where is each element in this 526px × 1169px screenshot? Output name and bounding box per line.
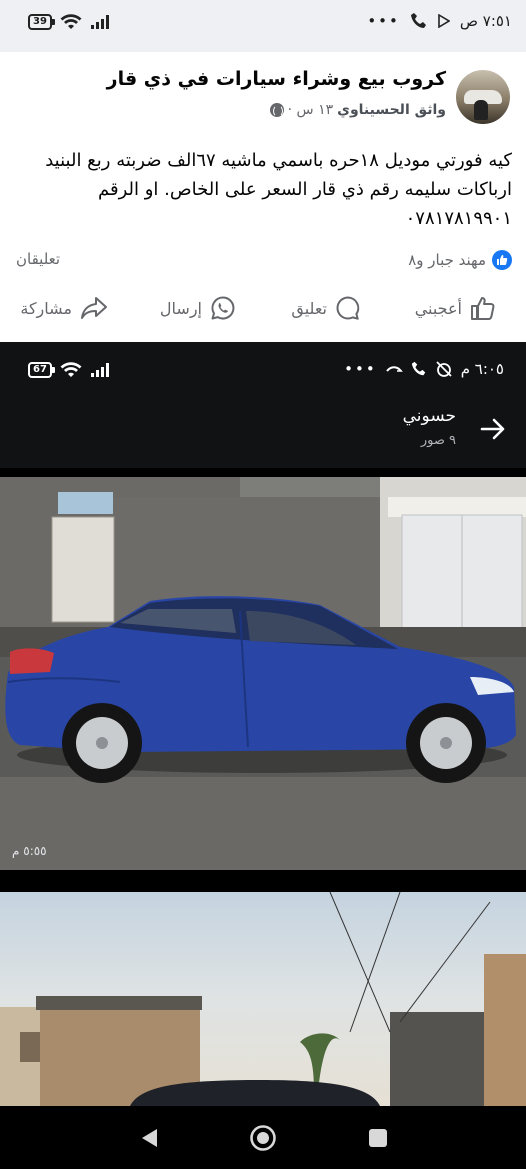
phone-icon [411, 361, 425, 376]
system-nav-bar [0, 1106, 526, 1169]
like-reaction-icon [492, 250, 512, 270]
status-dots: ••• [367, 12, 400, 30]
photo-timestamp: ٥:٥٥ م [12, 844, 47, 858]
reactions-summary[interactable]: مهند جبار و٨ [408, 250, 512, 270]
viewer-status-right: ••• ٦:٠٥ م [344, 360, 504, 378]
post-meta: واثق الحسيناوي ١٣ س · [268, 102, 446, 118]
post-time: ١٣ س · [287, 102, 334, 118]
post-text-line: ٠٧٨١٧٨١٩٩٠١ [405, 208, 512, 229]
post-actions: أعجبني تعليق إرسال مشاركة [0, 295, 526, 329]
battery-icon: 67 [28, 362, 55, 378]
reactor-names: مهند جبار و٨ [408, 251, 486, 269]
send-label: إرسال [159, 298, 202, 318]
like-button[interactable]: أعجبني [415, 295, 496, 321]
comments-count[interactable]: تعليقان [16, 250, 60, 268]
photo-count: ٩ صور [420, 433, 456, 448]
post-card: كروب بيع وشراء سيارات في ذي قار واثق الح… [0, 52, 526, 342]
car-photo-2-illustration [0, 892, 526, 1106]
signal-icon [90, 363, 109, 377]
viewer-status-bar: 67 ••• ٦:٠٥ م [0, 342, 526, 400]
comment-label: تعليق [291, 298, 327, 318]
globe-icon [269, 103, 284, 117]
share-button[interactable]: مشاركة [20, 295, 108, 321]
home-icon [250, 1125, 276, 1151]
back-icon [142, 1129, 157, 1147]
post-text: كيه فورتي موديل ١٨حره باسمي ماشيه ٦٧الف … [14, 146, 512, 233]
wifi-icon [60, 362, 82, 377]
play-icon [438, 14, 450, 28]
battery-icon: 39 [28, 14, 55, 30]
status-dots: ••• [344, 360, 377, 378]
nav-recents-button[interactable] [364, 1124, 392, 1152]
signal-icon [90, 15, 109, 29]
alarm-off-icon [436, 361, 452, 377]
status-left: 39 [28, 14, 112, 30]
group-avatar[interactable] [456, 70, 510, 124]
send-button[interactable]: إرسال [160, 295, 236, 321]
album-owner[interactable]: حسوني [403, 406, 456, 426]
group-name[interactable]: كروب بيع وشراء سيارات في ذي قار [107, 68, 446, 90]
post-text-line: ارباكات سليمه رقم ذي قار السعر على الخاص… [98, 179, 512, 200]
arrow-right-icon[interactable] [478, 414, 508, 444]
nav-back-button[interactable] [135, 1124, 163, 1152]
wifi-icon [60, 14, 82, 29]
phone-icon [410, 13, 426, 28]
post-author[interactable]: واثق الحسيناوي [337, 102, 446, 118]
nav-home-button[interactable] [249, 1124, 277, 1152]
share-label: مشاركة [20, 298, 72, 318]
comment-icon [336, 296, 360, 320]
like-label: أعجبني [414, 298, 462, 318]
car-photo-1-illustration [0, 477, 526, 870]
status-time: ٦:٠٥ م [460, 360, 504, 378]
status-time: ٧:٥١ ص [459, 12, 512, 30]
post-text-line: كيه فورتي موديل ١٨حره باسمي ماشيه ٦٧الف … [45, 150, 512, 171]
car-photo-1[interactable]: ٥:٥٥ م [0, 477, 526, 870]
recents-icon [369, 1129, 387, 1147]
comment-button[interactable]: تعليق [291, 295, 361, 321]
like-icon [471, 297, 495, 320]
status-right: ••• ٧:٥١ ص [367, 12, 512, 30]
viewer-header: حسوني ٩ صور [0, 400, 526, 468]
avatar-person-shape [474, 100, 488, 120]
whatsapp-icon [211, 296, 235, 320]
share-icon [81, 297, 107, 319]
viewer-status-left: 67 [28, 362, 112, 378]
status-bar: 39 ••• ٧:٥١ ص [0, 0, 526, 52]
missed-call-icon [385, 366, 403, 372]
car-photo-2[interactable] [0, 892, 526, 1106]
